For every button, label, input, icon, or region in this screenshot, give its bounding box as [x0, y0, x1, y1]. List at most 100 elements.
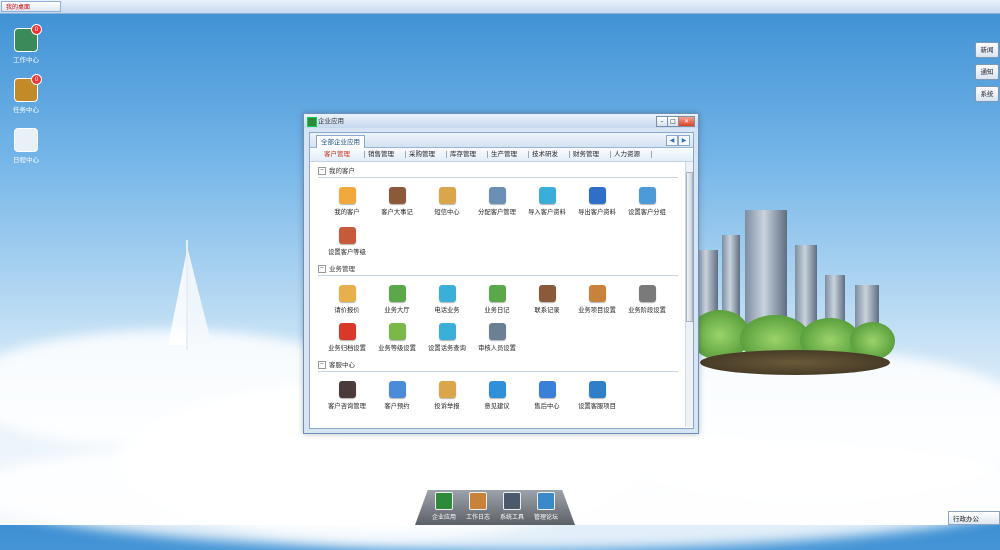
system-button[interactable]: 系统 [975, 86, 999, 102]
call-query-icon [438, 323, 456, 340]
category-rnd[interactable]: 技术研发 [532, 148, 558, 161]
app-quotes[interactable]: 请价报价 [320, 285, 374, 314]
tools-icon [503, 492, 521, 510]
collapse-icon[interactable]: − [318, 167, 326, 175]
desktop-icon-work-center[interactable]: 0 工作中心 [6, 24, 46, 64]
import-icon [538, 187, 556, 204]
vertical-scrollbar[interactable] [685, 162, 693, 427]
section-header-service[interactable]: − 客服中心 [318, 360, 355, 370]
app-consultation[interactable]: 客户咨询管理 [320, 381, 374, 410]
admin-office-button[interactable]: 行政办公 [948, 511, 1000, 525]
category-customer[interactable]: 客户管理 [324, 148, 350, 161]
category-inventory[interactable]: 库存管理 [450, 148, 476, 161]
dock-system-tools[interactable]: 系统工具 [495, 492, 529, 521]
export-icon [588, 187, 606, 204]
news-button[interactable]: 新闻 [975, 42, 999, 58]
category-purchase[interactable]: 采购管理 [409, 148, 435, 161]
projects-icon [588, 285, 606, 302]
task-center-badge: 0 [31, 74, 42, 85]
collapse-icon[interactable]: − [318, 265, 326, 273]
category-sales[interactable]: 销售管理 [368, 148, 394, 161]
category-hr[interactable]: 人力资源 [614, 148, 640, 161]
work-center-badge: 0 [31, 24, 42, 35]
star-icon [388, 323, 406, 340]
app-business-levels[interactable]: 业务等级设置 [370, 323, 424, 352]
app-business-archive[interactable]: 业务归档设置 [320, 323, 374, 352]
task-center-label: 任务中心 [13, 106, 39, 114]
house-icon [435, 492, 453, 510]
sms-icon [438, 187, 456, 204]
contact-icon [538, 285, 556, 302]
top-taskbar: 我的桌面 [0, 0, 1000, 14]
forum-icon [537, 492, 555, 510]
nav-prev-button[interactable]: ◀ [666, 135, 678, 146]
collapse-icon[interactable]: − [318, 361, 326, 369]
app-service-items[interactable]: 设置客服项目 [570, 381, 624, 410]
work-center-icon: 0 [14, 24, 42, 52]
app-call-query[interactable]: 设置话务查询 [420, 323, 474, 352]
desktop-icon-schedule-center[interactable]: 日程中心 [6, 128, 46, 164]
app-complaints[interactable]: 投诉举报 [420, 381, 474, 410]
task-center-icon: 0 [14, 74, 42, 102]
globe-icon [538, 381, 556, 398]
section-header-my-customers[interactable]: − 我的客户 [318, 166, 355, 176]
app-business-projects[interactable]: 业务项目设置 [570, 285, 624, 314]
complaint-icon [438, 381, 456, 398]
app-contact-records[interactable]: 联系记录 [520, 285, 574, 314]
scroll-thumb[interactable] [686, 172, 693, 322]
dock-enterprise-apps[interactable]: 企业应用 [427, 492, 461, 521]
my-desktop-tab[interactable]: 我的桌面 [1, 1, 61, 12]
window-body: 全部企业应用 ◀ ▶ 客户管理 销售管理 采购管理 库存管理 生产管理 技术研发… [309, 132, 694, 429]
tab-header: 全部企业应用 ◀ ▶ [310, 133, 693, 148]
app-my-customers[interactable]: 我的客户 [320, 187, 374, 216]
category-finance[interactable]: 财务管理 [573, 148, 599, 161]
desktop-icon-task-center[interactable]: 0 任务中心 [6, 74, 46, 114]
app-sms-center[interactable]: 短信中心 [420, 187, 474, 216]
watermark-url: jingyan.baidu.com [772, 482, 900, 496]
app-after-sales[interactable]: 售后中心 [520, 381, 574, 410]
app-business-diary[interactable]: 业务日记 [470, 285, 524, 314]
groups-icon [638, 187, 656, 204]
app-import-customers[interactable]: 导入客户资料 [520, 187, 574, 216]
phone-icon [438, 285, 456, 302]
archive-icon [338, 323, 356, 340]
app-suggestions[interactable]: 意见建议 [470, 381, 524, 410]
schedule-center-label: 日程中心 [13, 156, 39, 164]
stages-icon [638, 285, 656, 302]
levels-icon [338, 227, 356, 244]
app-appointments[interactable]: 客户预约 [370, 381, 424, 410]
app-business-hall[interactable]: 业务大厅 [370, 285, 424, 314]
tab-all-apps[interactable]: 全部企业应用 [316, 135, 365, 148]
dock-forum[interactable]: 管理论坛 [529, 492, 563, 521]
window-titlebar[interactable]: 企业应用 – □ ✕ [304, 114, 698, 128]
quote-icon [338, 285, 356, 302]
nav-next-button[interactable]: ▶ [678, 135, 690, 146]
customer-icon [338, 187, 356, 204]
close-button[interactable]: ✕ [678, 116, 695, 127]
headset-icon [338, 381, 356, 398]
app-reviewer-settings[interactable]: 审核人员设置 [470, 323, 524, 352]
log-icon [469, 492, 487, 510]
app-customer-events[interactable]: 客户大事记 [370, 187, 424, 216]
schedule-center-icon [14, 128, 38, 152]
hall-icon [388, 285, 406, 302]
assign-icon [488, 187, 506, 204]
app-phone-business[interactable]: 电话业务 [420, 285, 474, 314]
notice-button[interactable]: 通知 [975, 64, 999, 80]
app-export-customers[interactable]: 导出客户资料 [570, 187, 624, 216]
baidu-watermark: Bai经验 [770, 446, 891, 484]
appointment-icon [388, 381, 406, 398]
app-customer-levels[interactable]: 设置客户等级 [320, 227, 374, 256]
window-app-icon [307, 117, 317, 127]
category-production[interactable]: 生产管理 [491, 148, 517, 161]
diary-icon [488, 285, 506, 302]
suggestion-icon [488, 381, 506, 398]
app-customer-groups[interactable]: 设置客户分组 [620, 187, 674, 216]
section-header-business[interactable]: − 业务管理 [318, 264, 355, 274]
app-assign-customers[interactable]: 分配客户管理 [470, 187, 524, 216]
reviewer-icon [488, 323, 506, 340]
category-bar: 客户管理 销售管理 采购管理 库存管理 生产管理 技术研发 财务管理 人力资源 [310, 148, 693, 162]
service-icon [588, 381, 606, 398]
dock-work-log[interactable]: 工作日志 [461, 492, 495, 521]
app-business-stages[interactable]: 业务阶段设置 [620, 285, 674, 314]
